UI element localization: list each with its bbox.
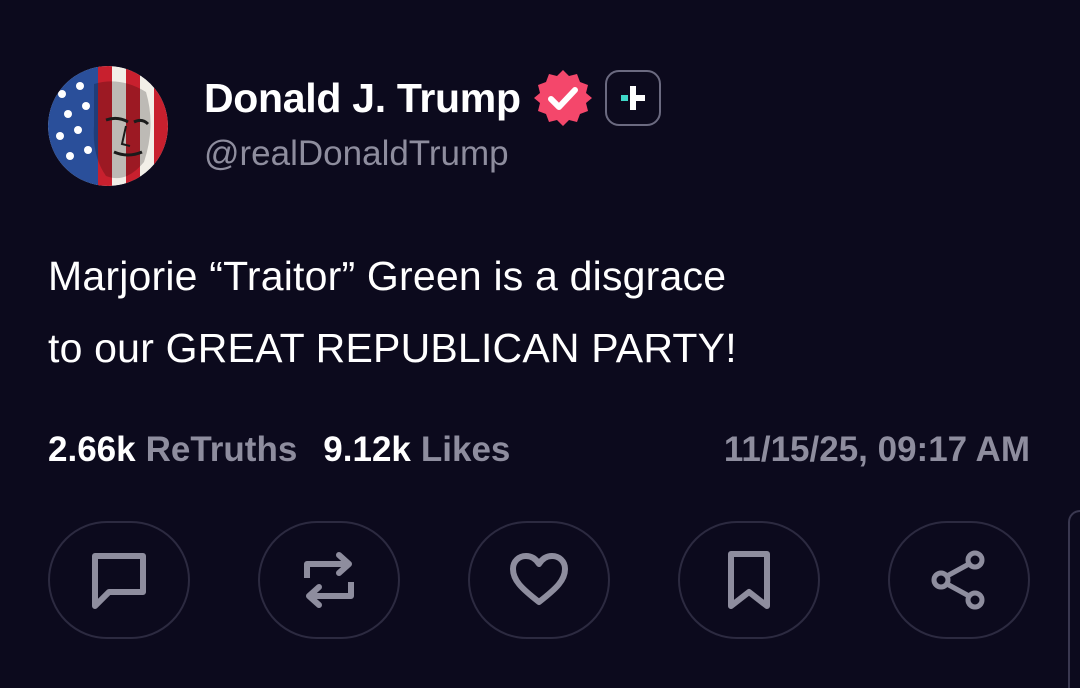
plus-icon — [620, 86, 645, 110]
scrollbar[interactable] — [1068, 510, 1080, 688]
bookmark-icon — [728, 551, 770, 609]
retruths-label[interactable]: ReTruths — [146, 430, 298, 470]
post-text: Marjorie “Traitor” Green is a disgrace t… — [48, 240, 1038, 384]
flag-painted-face-avatar — [48, 66, 168, 186]
verified-badge-icon — [531, 66, 595, 130]
post-text-line: Marjorie “Traitor” Green is a disgrace — [48, 253, 727, 299]
author-name-row: Donald J. Trump — [204, 70, 661, 126]
share-icon — [931, 550, 985, 610]
author-avatar[interactable] — [48, 66, 168, 186]
post-timestamp: 11/15/25, 09:17 AM — [723, 430, 1030, 469]
author-display-name[interactable]: Donald J. Trump — [204, 75, 521, 122]
bookmark-button[interactable] — [678, 521, 820, 639]
engagement-stats: 2.66k ReTruths 9.12k Likes — [48, 424, 510, 476]
post-text-line: to our GREAT REPUBLICAN PARTY! — [48, 325, 737, 371]
heart-icon — [510, 553, 568, 605]
reply-button[interactable] — [48, 521, 190, 639]
likes-count[interactable]: 9.12k — [323, 430, 411, 470]
repost-icon — [304, 552, 354, 608]
follow-plus-button[interactable] — [604, 70, 661, 126]
retruths-count[interactable]: 2.66k — [48, 430, 136, 470]
comment-icon — [92, 553, 146, 609]
share-button[interactable] — [888, 521, 1030, 639]
author-handle[interactable]: @realDonaldTrump — [204, 134, 509, 174]
likes-label[interactable]: Likes — [421, 430, 511, 470]
retruth-button[interactable] — [258, 521, 400, 639]
like-button[interactable] — [468, 521, 610, 639]
truth-post: Donald J. Trump @realDonaldTrump Marjori… — [0, 0, 1080, 688]
